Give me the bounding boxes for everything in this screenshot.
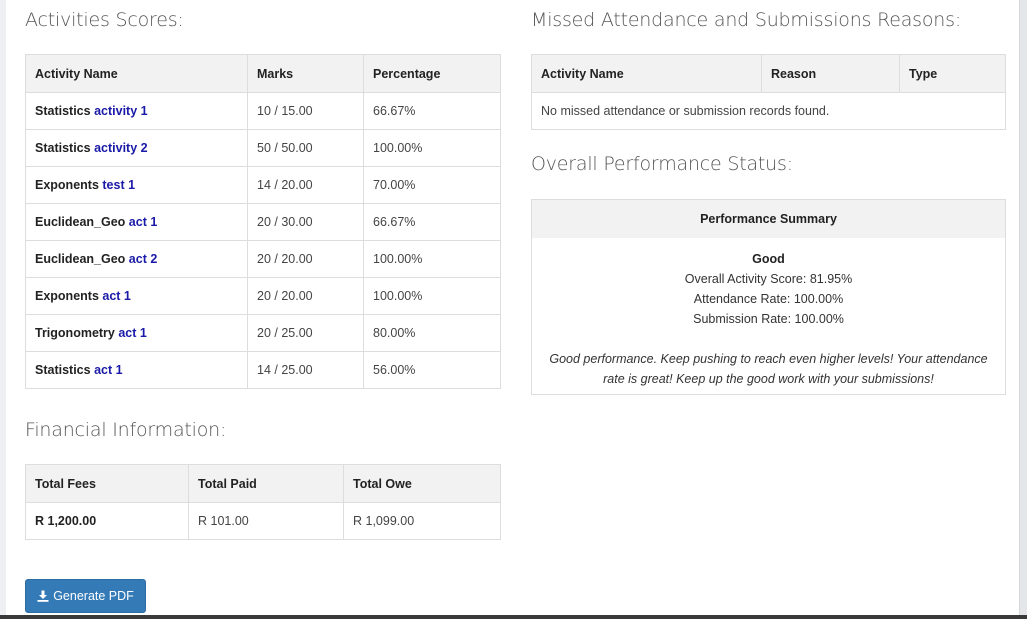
activity-marks: 20 / 20.00 <box>247 240 364 278</box>
missed-title: Missed Attendance and Submissions Reason… <box>531 9 962 31</box>
download-icon <box>37 590 49 602</box>
col-reason: Reason <box>761 54 900 93</box>
table-row: Euclidean_Geo act 2 20 / 20.00 100.00% <box>25 240 501 278</box>
total-fees-value: R 1,200.00 <box>25 502 189 540</box>
financial-title: Financial Information: <box>25 419 227 441</box>
activity-marks: 20 / 25.00 <box>247 314 364 352</box>
activity-subject: Trigonometry <box>35 326 115 340</box>
table-row: Statistics activity 2 50 / 50.00 100.00% <box>25 129 501 167</box>
table-row: Statistics act 1 14 / 25.00 56.00% <box>25 351 501 389</box>
performance-summary-panel: Performance Summary Good Overall Activit… <box>531 199 1006 395</box>
performance-status: Good <box>752 252 785 266</box>
activity-link[interactable]: act 1 <box>129 215 158 229</box>
col-total-owe: Total Owe <box>343 464 501 503</box>
activity-percentage: 56.00% <box>363 351 501 389</box>
generate-pdf-button[interactable]: Generate PDF <box>25 579 146 613</box>
table-row: Exponents test 1 14 / 20.00 70.00% <box>25 166 501 204</box>
col-type: Type <box>899 54 1006 93</box>
total-owe-value: R 1,099.00 <box>343 502 501 540</box>
attendance-rate: Attendance Rate: 100.00% <box>693 292 844 306</box>
activity-subject: Exponents <box>35 178 99 192</box>
activity-marks: 10 / 15.00 <box>247 92 364 130</box>
total-paid-value: R 101.00 <box>188 502 344 540</box>
table-row: Trigonometry act 1 20 / 25.00 80.00% <box>25 314 501 352</box>
table-row: Exponents act 1 20 / 20.00 100.00% <box>25 277 501 315</box>
missed-table: Activity Name Reason Type No missed atte… <box>531 54 1006 130</box>
activity-marks: 20 / 20.00 <box>247 277 364 315</box>
activity-percentage: 80.00% <box>363 314 501 352</box>
col-activity-name: Activity Name <box>531 54 762 93</box>
activity-name: Exponents test 1 <box>25 166 248 204</box>
col-total-paid: Total Paid <box>188 464 344 503</box>
activity-link[interactable]: act 1 <box>94 363 123 377</box>
performance-message-line: Good performance. Keep pushing to reach … <box>549 352 988 366</box>
generate-pdf-label: Generate PDF <box>53 589 134 603</box>
col-total-fees: Total Fees <box>25 464 189 503</box>
activity-name: Statistics activity 2 <box>25 129 248 167</box>
activity-score: Overall Activity Score: 81.95% <box>684 272 853 286</box>
performance-title: Overall Performance Status: <box>531 153 793 175</box>
activity-subject: Statistics <box>35 104 91 118</box>
page-left-gutter <box>0 0 6 619</box>
activity-link[interactable]: test 1 <box>102 178 135 192</box>
table-row: Statistics activity 1 10 / 15.00 66.67% <box>25 92 501 130</box>
activity-marks: 14 / 20.00 <box>247 166 364 204</box>
performance-summary-header: Performance Summary <box>532 200 1005 238</box>
activity-marks: 20 / 30.00 <box>247 203 364 241</box>
activity-name: Exponents act 1 <box>25 277 248 315</box>
activity-marks: 14 / 25.00 <box>247 351 364 389</box>
performance-message-line: rate is great! Keep up the good work wit… <box>603 372 934 386</box>
activity-subject: Euclidean_Geo <box>35 215 126 229</box>
activity-link[interactable]: activity 2 <box>94 141 148 155</box>
activity-name: Euclidean_Geo act 1 <box>25 203 248 241</box>
activity-name: Euclidean_Geo act 2 <box>25 240 248 278</box>
empty-message: No missed attendance or submission recor… <box>531 92 1006 130</box>
activity-name: Statistics activity 1 <box>25 92 248 130</box>
activity-link[interactable]: activity 1 <box>94 104 148 118</box>
activity-percentage: 100.00% <box>363 277 501 315</box>
performance-summary-body: Good Overall Activity Score: 81.95% Atte… <box>532 249 1005 389</box>
performance-message: Good performance. Keep pushing to reach … <box>532 349 1005 389</box>
table-row: Euclidean_Geo act 1 20 / 30.00 66.67% <box>25 203 501 241</box>
activity-percentage: 100.00% <box>363 129 501 167</box>
col-marks: Marks <box>247 54 364 93</box>
table-header-row: Activity Name Reason Type <box>531 54 1006 93</box>
activities-table: Activity Name Marks Percentage Statistic… <box>25 54 501 389</box>
col-activity-name: Activity Name <box>25 54 248 93</box>
activity-percentage: 100.00% <box>363 240 501 278</box>
submission-rate: Submission Rate: 100.00% <box>693 312 844 326</box>
activities-title: Activities Scores: <box>25 9 184 31</box>
table-row: R 1,200.00 R 101.00 R 1,099.00 <box>25 502 501 540</box>
activity-link[interactable]: act 2 <box>129 252 158 266</box>
financial-table: Total Fees Total Paid Total Owe R 1,200.… <box>25 464 501 540</box>
scrollbar-track[interactable] <box>1019 0 1027 619</box>
table-header-row: Total Fees Total Paid Total Owe <box>25 464 501 503</box>
activity-marks: 50 / 50.00 <box>247 129 364 167</box>
table-header-row: Activity Name Marks Percentage <box>25 54 501 93</box>
activity-percentage: 70.00% <box>363 166 501 204</box>
activity-subject: Exponents <box>35 289 99 303</box>
activity-link[interactable]: act 1 <box>118 326 147 340</box>
activity-link[interactable]: act 1 <box>102 289 131 303</box>
activity-name: Trigonometry act 1 <box>25 314 248 352</box>
activity-name: Statistics act 1 <box>25 351 248 389</box>
col-percentage: Percentage <box>363 54 501 93</box>
activity-subject: Euclidean_Geo <box>35 252 126 266</box>
activity-subject: Statistics <box>35 363 91 377</box>
activity-percentage: 66.67% <box>363 92 501 130</box>
activity-percentage: 66.67% <box>363 203 501 241</box>
activity-subject: Statistics <box>35 141 91 155</box>
table-row: No missed attendance or submission recor… <box>531 92 1006 130</box>
window-bottom-border <box>0 615 1027 619</box>
